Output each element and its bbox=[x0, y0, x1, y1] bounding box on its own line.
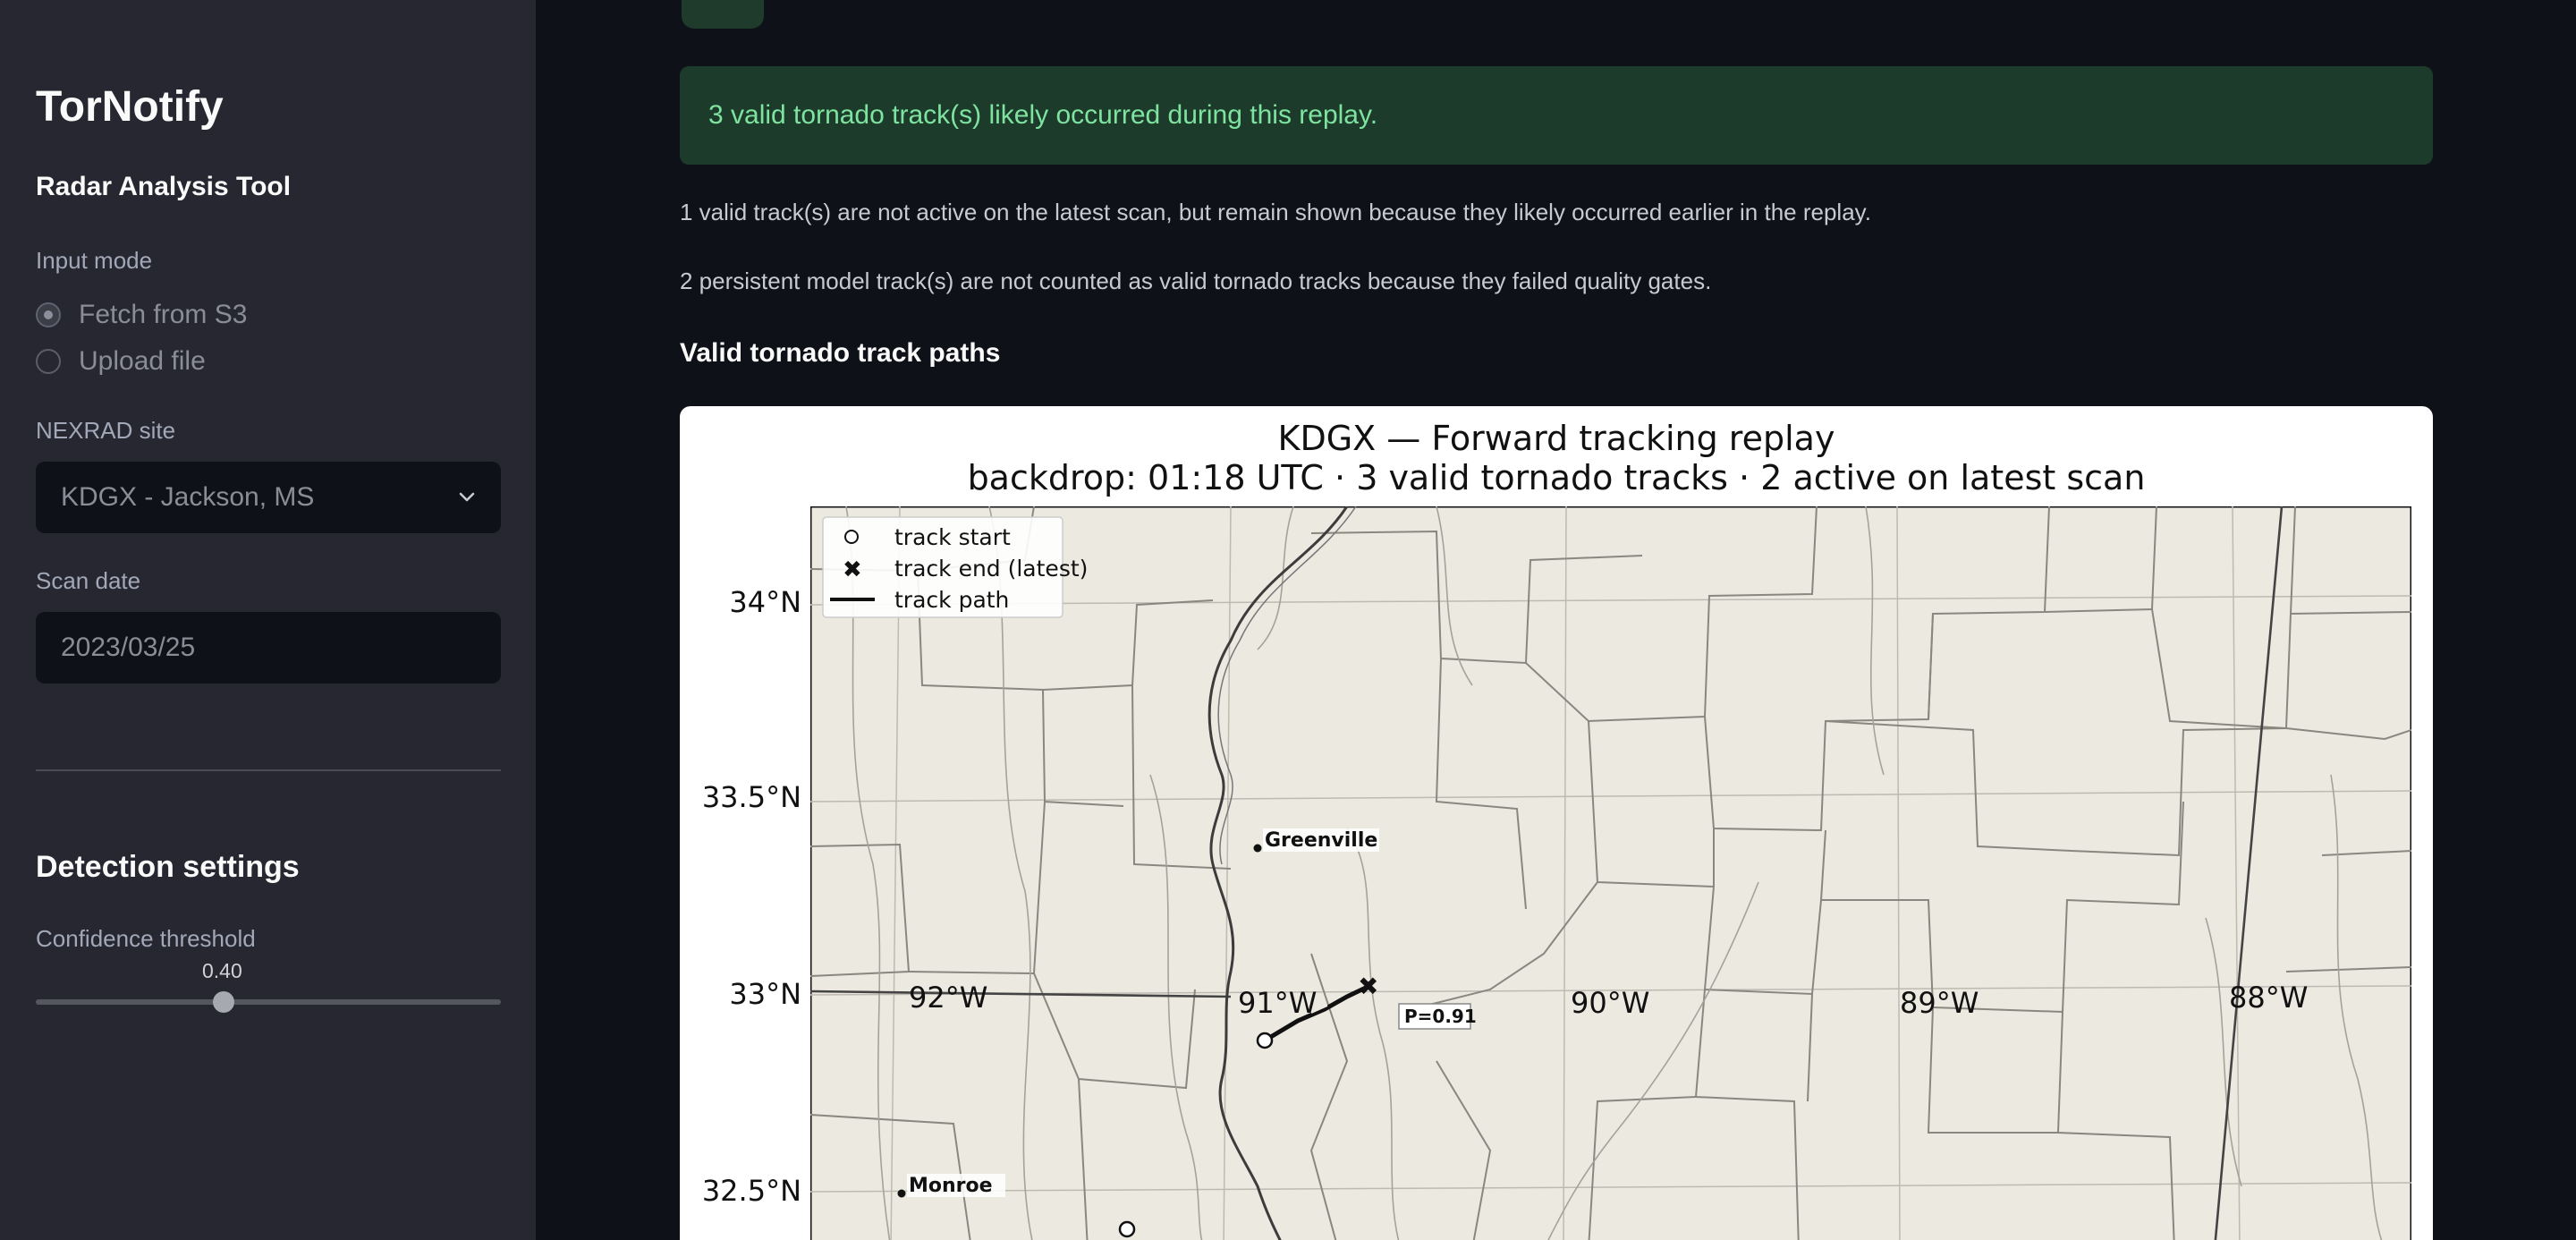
scan-date-input[interactable]: 2023/03/25 bbox=[36, 612, 501, 684]
confidence-threshold-value: 0.40 bbox=[202, 959, 242, 982]
detection-settings-heading: Detection settings bbox=[36, 850, 300, 884]
confidence-threshold-label: Confidence threshold bbox=[36, 925, 256, 952]
legend-track-path: track path bbox=[894, 587, 1009, 613]
radio-selected-icon bbox=[36, 302, 61, 327]
app-subtitle: Radar Analysis Tool bbox=[36, 172, 292, 201]
sidebar: TorNotify Radar Analysis Tool Input mode… bbox=[0, 0, 536, 1240]
scan-date-value: 2023/03/25 bbox=[61, 633, 196, 662]
track-map-figure: KDGX — Forward tracking replay backdrop:… bbox=[680, 406, 2433, 1240]
track-end-marker: ✖ bbox=[1358, 972, 1378, 1001]
radio-label: Fetch from S3 bbox=[79, 300, 248, 329]
input-mode-label: Input mode bbox=[36, 247, 153, 274]
map-legend: track start ✖ track end (latest) track p… bbox=[822, 516, 1088, 618]
confidence-slider-thumb[interactable] bbox=[213, 991, 234, 1013]
lon-label-92: 92°W bbox=[909, 981, 987, 1015]
lon-label-91: 91°W bbox=[1238, 986, 1317, 1020]
track-start-marker bbox=[1256, 1032, 1274, 1049]
nexrad-site-label: NEXRAD site bbox=[36, 417, 176, 444]
scan-date-label: Scan date bbox=[36, 567, 141, 594]
track-end-icon: ✖ bbox=[843, 556, 862, 583]
nexrad-site-select[interactable]: KDGX - Jackson, MS bbox=[36, 462, 501, 533]
city-greenville: Greenville bbox=[1265, 829, 1377, 852]
radar-map: track start ✖ track end (latest) track p… bbox=[810, 506, 2411, 1240]
figure-title-line2: backdrop: 01:18 UTC · 3 valid tornado tr… bbox=[967, 458, 2146, 497]
chevron-down-icon bbox=[459, 492, 475, 502]
track-start-icon bbox=[844, 530, 859, 544]
top-button[interactable] bbox=[682, 0, 764, 29]
sidebar-divider bbox=[36, 769, 501, 771]
app-title: TorNotify bbox=[36, 83, 224, 131]
lat-label-33-5: 33.5°N bbox=[701, 780, 801, 814]
legend-track-start: track start bbox=[894, 524, 1011, 550]
radio-unselected-icon bbox=[36, 349, 61, 374]
track-probability-label: P=0.91 bbox=[1404, 1006, 1477, 1027]
confidence-slider-track[interactable] bbox=[36, 999, 501, 1005]
monroe-marker bbox=[897, 1189, 906, 1198]
radio-fetch-from-s3[interactable]: Fetch from S3 bbox=[36, 297, 247, 333]
radio-label: Upload file bbox=[79, 346, 206, 376]
section-title: Valid tornado track paths bbox=[680, 338, 1001, 368]
success-alert: 3 valid tornado track(s) likely occurred… bbox=[680, 66, 2433, 165]
lon-label-89: 89°W bbox=[1900, 986, 1979, 1020]
nexrad-site-value: KDGX - Jackson, MS bbox=[61, 482, 315, 512]
lon-label-90: 90°W bbox=[1571, 986, 1649, 1020]
radio-upload-file[interactable]: Upload file bbox=[36, 344, 206, 379]
track-start-marker bbox=[1118, 1220, 1136, 1238]
info-inactive-tracks: 1 valid track(s) are not active on the l… bbox=[680, 199, 1871, 225]
lat-label-33: 33°N bbox=[729, 977, 801, 1011]
legend-track-end: track end (latest) bbox=[894, 556, 1088, 582]
figure-title-line1: KDGX — Forward tracking replay bbox=[1277, 419, 1835, 458]
city-monroe: Monroe bbox=[909, 1175, 993, 1197]
info-failed-tracks: 2 persistent model track(s) are not coun… bbox=[680, 268, 1712, 294]
success-alert-text: 3 valid tornado track(s) likely occurred… bbox=[708, 100, 1378, 130]
lat-label-34: 34°N bbox=[729, 585, 801, 619]
greenville-marker bbox=[1253, 844, 1262, 853]
lon-label-88: 88°W bbox=[2229, 981, 2308, 1015]
lat-label-32-5: 32.5°N bbox=[701, 1174, 801, 1208]
